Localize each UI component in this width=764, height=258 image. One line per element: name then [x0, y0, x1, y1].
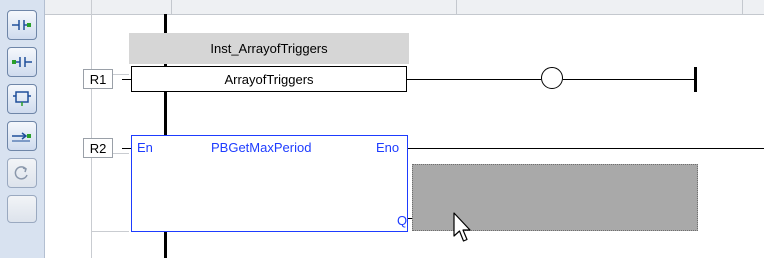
header-divider	[171, 0, 172, 14]
block-icon	[13, 91, 31, 106]
block-output-pin-eno: Eno	[376, 140, 400, 155]
coil-icon	[12, 132, 31, 142]
insert-contact-parallel-button[interactable]	[7, 10, 37, 40]
block-name: PBGetMaxPeriod	[211, 140, 312, 155]
rung-label[interactable]: R2	[83, 138, 113, 158]
loop-icon	[14, 166, 28, 180]
wire	[122, 79, 131, 80]
grid-line	[91, 231, 129, 232]
variable-box[interactable]: ArrayofTriggers	[131, 66, 407, 92]
header-divider	[742, 0, 743, 14]
wire	[408, 148, 764, 149]
insert-block-button[interactable]	[7, 84, 37, 114]
rung-label[interactable]: R1	[83, 69, 113, 89]
header-divider	[456, 0, 457, 14]
block-input-pin-en: En	[137, 140, 153, 155]
insert-contact-series-button[interactable]	[7, 47, 37, 77]
wire	[563, 79, 694, 80]
wire	[122, 148, 131, 149]
column-header	[45, 0, 764, 15]
coil[interactable]	[541, 67, 563, 89]
loop-button[interactable]	[7, 158, 37, 188]
instance-name-label: Inst_ArrayofTriggers	[210, 41, 328, 56]
mouse-cursor-icon	[453, 212, 471, 242]
grid-line	[91, 0, 92, 258]
contact-parallel-icon	[12, 20, 31, 30]
right-power-rail	[694, 67, 697, 92]
insert-coil-button[interactable]	[7, 121, 37, 151]
wire	[407, 79, 541, 80]
ladder-toolbar	[0, 0, 45, 258]
block-output-pin-q: Q	[397, 213, 408, 228]
toolbar-button-partial[interactable]	[7, 195, 37, 223]
contact-series-icon	[12, 57, 32, 67]
